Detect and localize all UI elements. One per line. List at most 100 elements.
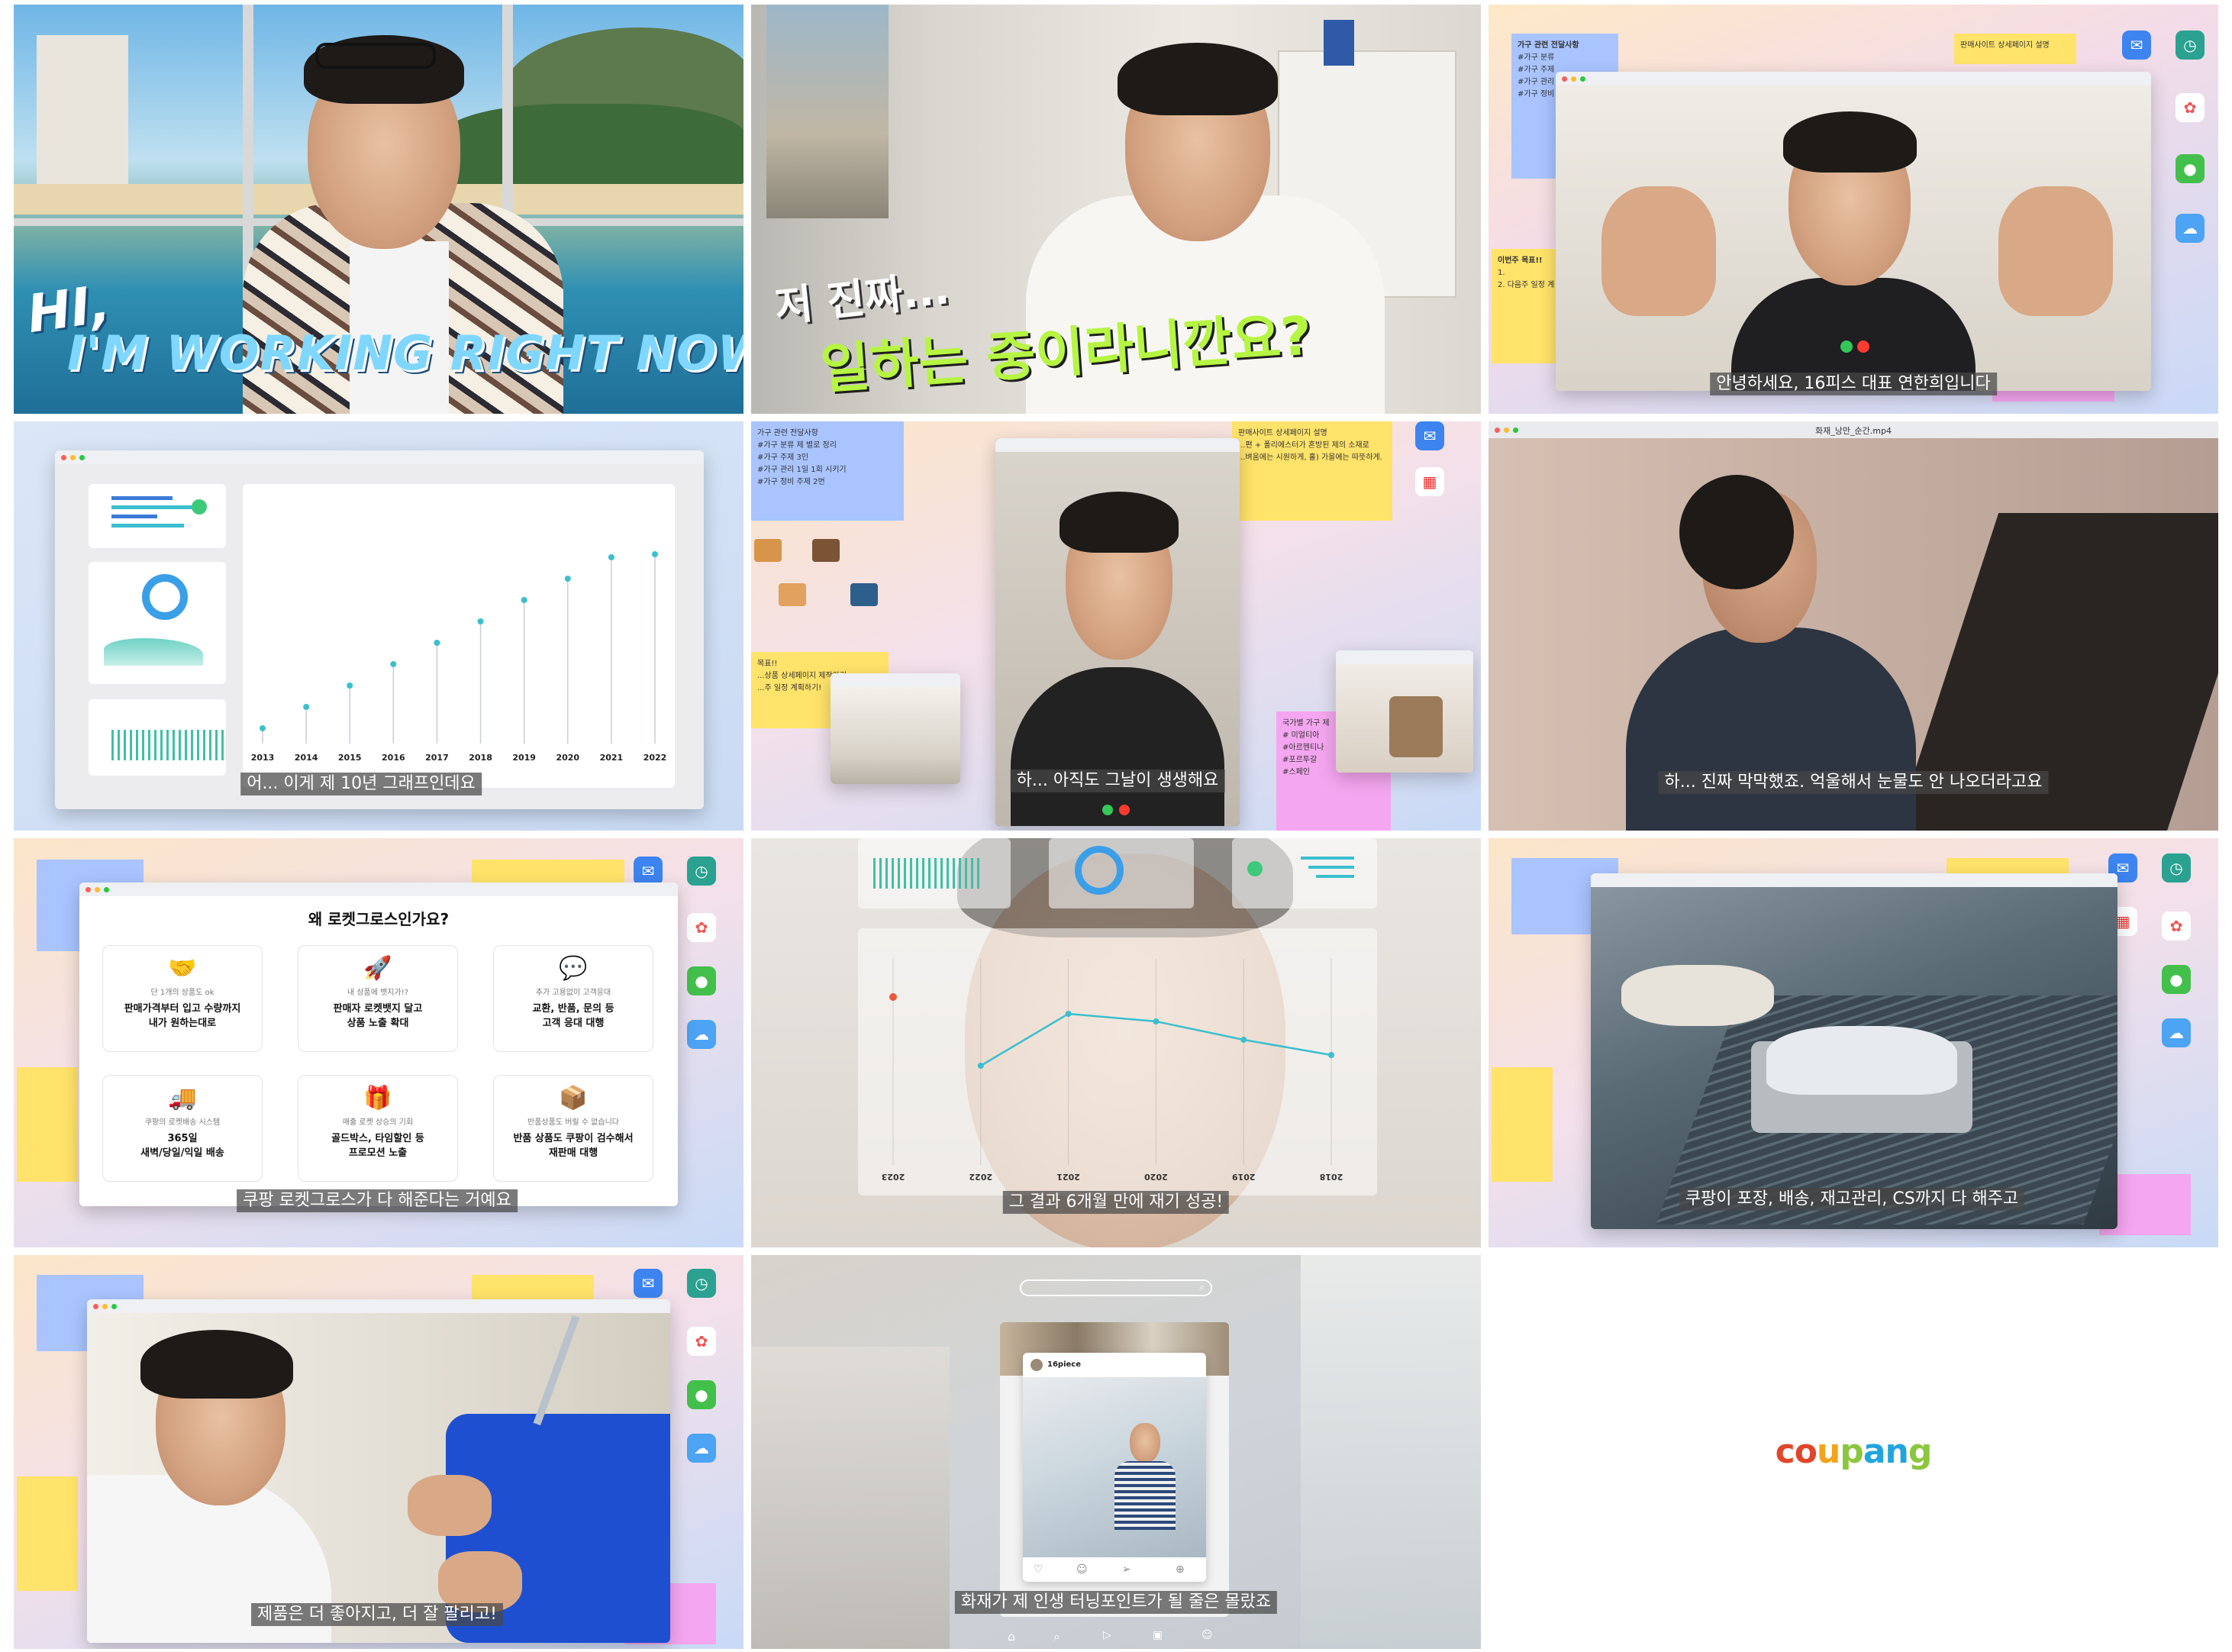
- weather-icon[interactable]: ☁: [2162, 1018, 2191, 1047]
- living-room-window[interactable]: [831, 673, 960, 784]
- accept-call-icon[interactable]: [1840, 340, 1853, 353]
- messages-icon[interactable]: ●: [2176, 154, 2205, 183]
- search-bar[interactable]: ⌕: [1020, 1279, 1212, 1296]
- clock-icon[interactable]: ◷: [2162, 853, 2191, 882]
- clock-icon[interactable]: ◷: [687, 1269, 716, 1298]
- phone-feed[interactable]: 16piece ♡ ☺ ➢ ⊕: [1000, 1322, 1229, 1617]
- logo-letter: n: [1885, 1432, 1909, 1471]
- x-tick-label: 2013: [251, 753, 275, 763]
- subtitle: 하... 진짜 막막했죠. 억울해서 눈물도 안 나오더라고요: [1658, 771, 2049, 794]
- photos-icon[interactable]: ✿: [687, 913, 716, 942]
- x-tick-label: 2020: [1144, 1172, 1168, 1182]
- messages-icon[interactable]: ●: [687, 966, 716, 995]
- x-tick-label: 2017: [425, 753, 449, 763]
- bars-widget: [1232, 838, 1377, 908]
- tile-really-working: 저 진짜... 일하는 중이라니깐요?: [751, 5, 1481, 414]
- search-icon[interactable]: ⌕: [1053, 1629, 1060, 1644]
- x-tick-label: 2020: [556, 753, 579, 763]
- maximize-dot[interactable]: [1580, 76, 1585, 82]
- weather-icon[interactable]: ☁: [687, 1020, 716, 1049]
- gloved-hand: [1621, 965, 1774, 1026]
- maximize-dot[interactable]: [111, 1304, 117, 1309]
- waving-hand-right: [1998, 186, 2113, 316]
- tile-ten-year-graph: 2013 2014 2015 2016 2017 2018 2019 2020 2021 2022…: [14, 421, 743, 831]
- dashboard-window[interactable]: 2013 2014 2015 2016 2017 2018 2019 2020 2021 2022: [55, 450, 704, 809]
- window-titlebar: [55, 450, 704, 464]
- mail-icon[interactable]: ✉: [2122, 31, 2151, 60]
- clock-icon[interactable]: ◷: [2176, 31, 2205, 60]
- chart-point: [1328, 1052, 1334, 1058]
- x-tick-label: 2015: [338, 753, 362, 763]
- avatar[interactable]: [1031, 1359, 1043, 1371]
- heart-icon[interactable]: ♡: [1034, 1563, 1043, 1576]
- x-tick-label: 2019: [1232, 1172, 1256, 1182]
- x-tick-label: 2022: [969, 1172, 992, 1182]
- subtitle: 쿠팡 로켓그로스가 다 해준다는 거예요: [237, 1189, 518, 1212]
- room-shelf: [1301, 1255, 1481, 1649]
- minimize-dot[interactable]: [102, 1304, 108, 1309]
- maximize-dot[interactable]: [104, 887, 109, 892]
- weather-icon[interactable]: ☁: [2176, 214, 2205, 243]
- shop-icon[interactable]: ▣: [1153, 1629, 1163, 1641]
- profile-name[interactable]: 16piece: [1047, 1360, 1081, 1369]
- feature-card: 🚚 쿠팡의 로켓배송 시스템 365일 새벽/당일/익일 배송: [102, 1075, 263, 1182]
- rocket-growth-window[interactable]: 왜 로켓그로스인가요? 🤝 단 1개의 상품도 ok 판매가격부터 입고 수량까…: [79, 882, 678, 1206]
- mail-icon[interactable]: ✉: [634, 1269, 663, 1298]
- chart-point: [390, 661, 397, 667]
- tile-turning-point: ⌕ 16piece ♡ ☺ ➢ ⊕ ⌂ ⌕ ▷ ▣ ☺ 화재가 제 인생 터닝포…: [751, 1255, 1481, 1649]
- end-call-icon[interactable]: [1119, 805, 1130, 815]
- tile-working-right-now: HI, I'M WORKING RIGHT NOW: [14, 5, 743, 414]
- maximize-dot[interactable]: [79, 455, 85, 460]
- send-icon[interactable]: ➢: [1122, 1563, 1131, 1576]
- x-tick-label: 2018: [469, 753, 492, 763]
- logo-letter: o: [1794, 1432, 1818, 1471]
- sticky-note-left: [17, 1067, 78, 1182]
- close-dot[interactable]: [1562, 76, 1567, 82]
- calendar-icon[interactable]: ▦: [1415, 467, 1444, 496]
- close-dot[interactable]: [93, 1304, 98, 1309]
- video-call-window[interactable]: [995, 438, 1240, 826]
- tile-coupang-handles-everything: ✉ ◷ ▦ ✿ ● ☁ 쿠팡이 포장, 배송, 재고관리, CS까지 다 해주고: [1489, 838, 2218, 1247]
- tile-recovery-graph: 2023 2022 2021 2020 2019 2018 그 결과 6개월 만에 재기 …: [751, 838, 1481, 1247]
- waving-hand-left: [1601, 186, 1716, 316]
- logo-letter: g: [1908, 1432, 1932, 1471]
- clock-icon[interactable]: ◷: [687, 857, 716, 886]
- messages-icon[interactable]: ●: [687, 1380, 716, 1409]
- minimize-dot[interactable]: [1571, 76, 1576, 82]
- mail-icon[interactable]: ✉: [1415, 421, 1444, 450]
- home-icon[interactable]: ⌂: [1008, 1629, 1015, 1644]
- weather-icon[interactable]: ☁: [687, 1434, 716, 1463]
- hotel-buildings: [37, 35, 128, 188]
- photos-icon[interactable]: ✿: [2176, 93, 2205, 122]
- person-hair: [1118, 43, 1278, 115]
- close-dot[interactable]: [85, 887, 91, 892]
- product-video-window[interactable]: [87, 1299, 670, 1643]
- search-icon: ⌕: [1199, 1282, 1205, 1292]
- post-card[interactable]: 16piece ♡ ☺ ➢ ⊕: [1023, 1353, 1206, 1582]
- warehouse-video-window[interactable]: [1591, 873, 2117, 1229]
- chair-icon: [754, 539, 782, 562]
- accept-call-icon[interactable]: [1102, 805, 1113, 815]
- profile-icon[interactable]: ☺: [1076, 1563, 1088, 1576]
- minimize-dot[interactable]: [95, 887, 100, 892]
- subtitle: 어... 이게 제 10년 그래프인데요: [240, 773, 482, 795]
- chart-point: [303, 704, 310, 710]
- chart-point: [347, 682, 353, 689]
- messages-icon[interactable]: ●: [2162, 965, 2191, 994]
- photos-icon[interactable]: ✿: [2162, 912, 2191, 941]
- room-desk: [751, 1347, 950, 1649]
- chair-photo-window[interactable]: [1336, 650, 1473, 773]
- lollipop-chart-panel: 2013 2014 2015 2016 2017 2018 2019 2020 2021 2022: [243, 484, 675, 788]
- tile-hopeless: 화재_낭만_순간.mp4 하... 진짜 막막했죠. 억울해서 눈물도 안 나오…: [1489, 421, 2218, 831]
- minimize-dot[interactable]: [70, 455, 76, 460]
- window-titlebar: [1556, 72, 2151, 86]
- mail-icon[interactable]: ✉: [634, 857, 663, 886]
- close-dot[interactable]: [61, 455, 66, 460]
- chart-point: [564, 576, 571, 582]
- add-icon[interactable]: ⊕: [1176, 1563, 1185, 1576]
- play-icon[interactable]: ▷: [1103, 1629, 1111, 1641]
- profile-icon[interactable]: ☺: [1201, 1629, 1213, 1641]
- video-call-window[interactable]: [1556, 72, 2151, 391]
- photos-icon[interactable]: ✿: [687, 1327, 716, 1356]
- end-call-icon[interactable]: [1857, 340, 1869, 353]
